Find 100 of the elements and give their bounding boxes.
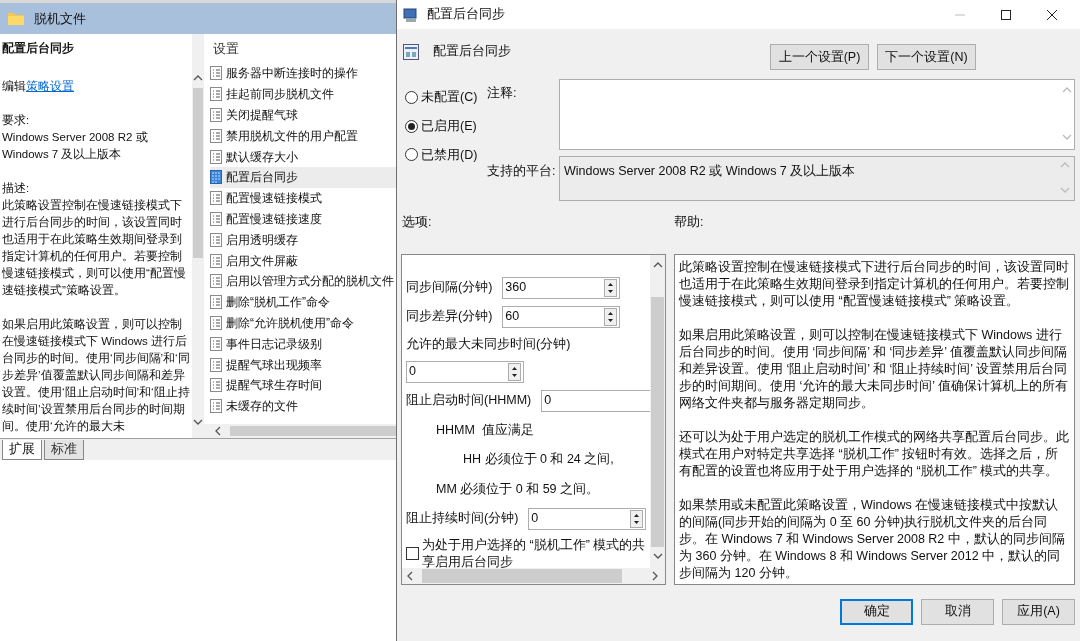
setting-row[interactable]: 配置慢速链接速度: [210, 208, 396, 230]
scrollbar[interactable]: [204, 424, 396, 438]
setting-icon: [210, 315, 222, 330]
description-label: 描述:: [2, 181, 31, 196]
setting-icon: [210, 274, 222, 289]
close-icon[interactable]: [1046, 8, 1058, 21]
setting-icon: [210, 191, 222, 206]
setting-row[interactable]: 事件日志记录级别: [210, 333, 396, 355]
radio-icon[interactable]: [405, 119, 418, 133]
help-label: 帮助:: [674, 214, 704, 231]
option-label: 阻止持续时间(分钟): [406, 510, 519, 528]
options-label: 选项:: [401, 214, 433, 231]
spin-box[interactable]: 360: [502, 276, 621, 299]
setting-row[interactable]: 启用文件屏蔽: [210, 250, 396, 271]
setting-icon: [210, 295, 222, 310]
help-paragraph: 如果禁用或未配置此策略设置，Windows 在慢速链接模式中按默认的间隔(同步开始的间隔为 0 至 60 分钟)执行脱机文件夹的后台同步。在 Windows 7 和 Windows Server 2008 R2 中，默认的同步间隔为 360 分钟。在 Windows 8 和 Windows Server 2012 中，默认的同步间隔为 120 分钟。: [679, 496, 1066, 582]
setting-icon: [210, 66, 222, 81]
setting-icon: [210, 128, 222, 143]
scrollbar[interactable]: [402, 567, 665, 584]
help-paragraph: 如果启用此策略设置，则可以控制在慢速链接模式下 Windows 进行后台同步的时间。使用 ‘同步间隔’ 和 ‘同步差异’ 值覆盖默认同步间隔和差异设置。使用 ‘阻止启动时间’ 和 ‘阻止持续时间’ 设置禁用后台同步的时间期间。使用 ‘允许的最大未同步时间’ 值确保计算机上的所有网络文件夹都与服务器定期同步。: [679, 326, 1070, 412]
platform-label: 支持的平台:: [487, 163, 557, 180]
number-field[interactable]: 360: [503, 278, 605, 298]
spin-box[interactable]: 0: [528, 507, 647, 530]
setting-row[interactable]: 提醒气球生存时间: [210, 374, 396, 396]
setting-row[interactable]: 配置后台同步: [210, 167, 396, 188]
view-tab[interactable]: 扩展: [2, 440, 42, 460]
setting-icon: [210, 232, 222, 247]
setting-row[interactable]: 删除“脱机工作”命令: [210, 291, 396, 313]
setting-row[interactable]: 配置慢速链接模式: [210, 187, 396, 209]
setting-icon: [210, 149, 222, 164]
hint-text: HHMM 值应满足: [435, 421, 535, 439]
number-field[interactable]: 0: [407, 362, 508, 381]
dialog-title: 配置后台同步: [427, 6, 505, 24]
option-label: 同步差异(分钟): [406, 308, 493, 326]
policy-settings-link[interactable]: 策略设置: [26, 78, 74, 95]
setting-row[interactable]: 挂起前同步脱机文件: [210, 83, 396, 105]
scrollbar-thumb[interactable]: [193, 88, 203, 258]
maximize-icon[interactable]: [1000, 8, 1012, 21]
scrollbar-thumb[interactable]: [422, 568, 622, 583]
number-field[interactable]: 60: [503, 307, 605, 327]
edit-label: 编辑: [2, 79, 26, 94]
hint-text: MM 必须位于 0 和 59 之间。: [435, 481, 601, 498]
requirements-text: Windows Server 2008 R2 或 Windows 7 及以上版本: [2, 130, 149, 162]
computer-icon: [403, 6, 419, 23]
checkbox-option[interactable]: 为处于用户选择的 “脱机工作” 模式的共享启用后台同步: [406, 536, 650, 568]
help-paragraph: 还可以为处于用户选定的脱机工作模式的网络共享配置后台同步。此模式在用户对特定共享选择 “脱机工作” 按钮时有效。选择之后，所有配置的设置也将应用于处于用户选择的 “脱机工作” 模式的共享。: [679, 428, 1070, 480]
scrollbar[interactable]: [650, 254, 665, 568]
setting-row[interactable]: 删除“允许脱机使用”命令: [210, 312, 396, 334]
number-field[interactable]: 0: [529, 509, 631, 529]
selected-setting-icon: [210, 170, 222, 185]
setting-row[interactable]: 关闭提醒气球: [210, 104, 396, 126]
setting-row[interactable]: 启用以管理方式分配的脱机文件: [210, 270, 396, 292]
setting-icon: [210, 336, 222, 351]
radio-icon[interactable]: [405, 90, 418, 104]
radio-option[interactable]: 未配置(C): [405, 88, 487, 107]
setting-row[interactable]: 服务器中断连接时的操作: [210, 63, 396, 84]
spin-box[interactable]: 60: [502, 305, 621, 328]
setting-row[interactable]: 启用透明缓存: [210, 229, 396, 251]
spin-box[interactable]: 0: [406, 360, 524, 383]
setting-icon: [210, 378, 222, 393]
platform-text: Windows Server 2008 R2 或 Windows 7 及以上版本: [564, 163, 857, 180]
option-label: 允许的最大未同步时间(分钟): [406, 335, 572, 353]
setting-icon: [210, 253, 222, 268]
nav-button[interactable]: 下一个设置(N): [877, 44, 976, 70]
dialog-button[interactable]: 应用(A): [1002, 598, 1075, 625]
setting-name: 配置后台同步: [433, 43, 511, 60]
description-paragraph: 如果启用此策略设置，则可以控制在慢速链接模式下 Windows 进行后台同步的时间。使用‘同步间隔’和‘同步差异’值覆盖默认同步间隔和差异设置。使用‘阻止启动时间’和‘阻止持续时间’设置禁用后台同步的时间期间。使用‘允许的最大未: [2, 317, 190, 434]
dialog-button[interactable]: 取消: [921, 598, 994, 625]
setting-icon: [210, 357, 222, 372]
scrollbar-thumb[interactable]: [230, 426, 396, 436]
setting-icon: [210, 108, 222, 122]
setting-row[interactable]: 未缓存的文件: [210, 395, 396, 417]
help-paragraph: 此策略设置控制在慢速链接模式下进行后台同步的时间，该设置同时也适用于在此策略生效期间登录到指定计算机的任何用户。若要控制慢速链接模式，则可以使用 “配置慢速链接模式” 策略设置。: [679, 258, 1070, 310]
radio-option[interactable]: 已禁用(D): [405, 145, 487, 165]
option-label: 阻止启动时间(HHMM): [406, 392, 532, 410]
nav-button[interactable]: 上一个设置(P): [770, 44, 869, 70]
folder-icon: [8, 12, 24, 25]
description-paragraph: 此策略设置控制在慢速链接模式下进行后台同步的时间，该设置同时也适用于在此策略生效期间登录到指定计算机的任何用户。若要控制慢速链接模式，则可以使用“配置慢速链接模式”策略设置。: [2, 198, 187, 298]
setting-heading: 配置后台同步: [2, 41, 75, 56]
window-title: 脱机文件: [34, 9, 86, 28]
setting-icon: [210, 87, 222, 102]
radio-icon[interactable]: [405, 148, 418, 162]
requirements-label: 要求:: [2, 113, 31, 128]
setting-row[interactable]: 默认缓存大小: [210, 146, 396, 167]
setting-icon: [210, 399, 222, 414]
radio-option[interactable]: 已启用(E): [405, 116, 487, 136]
setting-row[interactable]: 提醒气球出现频率: [210, 354, 396, 375]
view-tab[interactable]: 标准: [44, 440, 84, 460]
number-field[interactable]: 0: [542, 391, 650, 410]
scrollbar[interactable]: [192, 34, 204, 438]
option-label: 同步间隔(分钟): [406, 279, 493, 297]
policy-icon: [403, 44, 419, 60]
scrollbar-thumb[interactable]: [651, 296, 664, 547]
hint-text: HH 必须位于 0 和 24 之间,: [462, 451, 615, 469]
comment-label: 注释:: [487, 85, 518, 102]
setting-row[interactable]: 禁用脱机文件的用户配置: [210, 125, 396, 147]
dialog-button[interactable]: 确定: [840, 598, 913, 625]
setting-icon: [210, 211, 222, 226]
checkbox-icon[interactable]: [406, 547, 419, 561]
column-header[interactable]: 设置: [204, 34, 396, 58]
